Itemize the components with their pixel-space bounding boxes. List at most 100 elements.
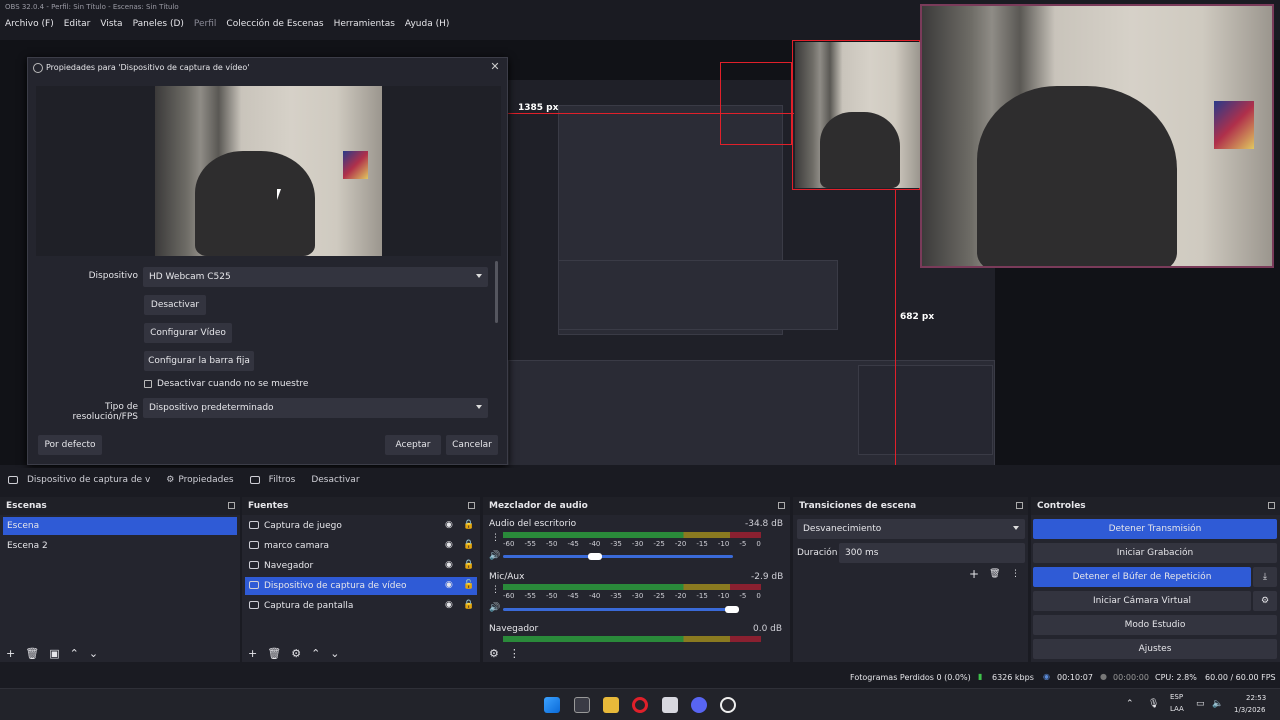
transition-select[interactable]: Desvanecimiento: [797, 519, 1025, 539]
down-icon[interactable]: ⌄: [89, 647, 98, 660]
chevron-down-icon: [1013, 526, 1019, 530]
toolbar-deactivate-button[interactable]: Desactivar: [303, 475, 367, 485]
speaker-icon[interactable]: 🔊: [489, 603, 500, 613]
start-recording-button[interactable]: Iniciar Grabación: [1033, 543, 1277, 563]
lock-icon[interactable]: 🔒: [463, 561, 474, 570]
start-virtual-camera-button[interactable]: Iniciar Cámara Virtual: [1033, 591, 1251, 611]
cancel-button[interactable]: Cancelar: [446, 435, 498, 455]
menu-ayuda[interactable]: Ayuda (H): [405, 19, 449, 29]
save-replay-icon[interactable]: ⤓: [1253, 567, 1277, 587]
eye-icon[interactable]: ◉: [445, 521, 454, 530]
resolution-type-value: Dispositivo predeterminado: [149, 403, 274, 413]
volume-slider[interactable]: [503, 553, 733, 560]
store-icon[interactable]: [662, 697, 678, 713]
add-icon[interactable]: +: [969, 567, 979, 581]
menu-editar[interactable]: Editar: [64, 19, 91, 29]
configure-crossbar-button[interactable]: Configurar la barra fija: [144, 351, 254, 371]
source-item[interactable]: Captura de pantalla ◉ 🔒: [245, 597, 477, 615]
guide-label-height: 682 px: [900, 312, 935, 322]
defaults-button[interactable]: Por defecto: [38, 435, 102, 455]
channel-name: Navegador: [489, 624, 539, 634]
clock-date[interactable]: 1/3/2026: [1234, 706, 1265, 714]
add-icon[interactable]: +: [6, 647, 15, 660]
float-icon[interactable]: [228, 502, 235, 509]
deactivate-when-hidden-checkbox[interactable]: [144, 380, 152, 388]
lock-icon[interactable]: 🔒: [463, 521, 474, 530]
source-item[interactable]: Captura de juego ◉ 🔒: [245, 517, 477, 535]
sources-dock: Fuentes Captura de juego ◉ 🔒 marco camara ◉…: [242, 497, 480, 662]
eye-icon[interactable]: ◉: [445, 561, 454, 570]
file-explorer-icon[interactable]: [603, 697, 619, 713]
obs-taskbar-icon[interactable]: [720, 697, 736, 713]
discord-icon[interactable]: [691, 697, 707, 713]
menu-archivo[interactable]: Archivo (F): [5, 19, 54, 29]
kebab-icon[interactable]: ⋮: [491, 585, 500, 595]
scene-item[interactable]: Escena 2: [3, 537, 237, 555]
float-icon[interactable]: [1268, 502, 1275, 509]
opera-icon[interactable]: [632, 697, 648, 713]
duration-spinbox[interactable]: 300 ms: [839, 543, 1025, 563]
clock-time[interactable]: 22:53: [1246, 694, 1266, 702]
slider-knob[interactable]: [588, 553, 602, 560]
studio-mode-button[interactable]: Modo Estudio: [1033, 615, 1277, 635]
up-icon[interactable]: ⌃: [311, 647, 320, 660]
close-icon[interactable]: ✕: [489, 61, 501, 73]
tray-chevron-icon[interactable]: ⌃: [1126, 699, 1134, 709]
network-icon[interactable]: ▭: [1196, 699, 1205, 709]
eye-icon[interactable]: ◉: [445, 581, 454, 590]
stop-streaming-button[interactable]: Detener Transmisión: [1033, 519, 1277, 539]
speaker-icon[interactable]: 🔊: [489, 551, 500, 561]
resolution-type-select[interactable]: Dispositivo predeterminado: [143, 398, 488, 418]
trash-icon[interactable]: 🗑: [989, 569, 1000, 579]
float-icon[interactable]: [778, 502, 785, 509]
input-language[interactable]: ESP: [1170, 693, 1183, 701]
eye-icon[interactable]: ◉: [445, 541, 454, 550]
properties-button[interactable]: ⚙ Propiedades: [158, 475, 241, 485]
kebab-icon[interactable]: ⋮: [1011, 569, 1020, 579]
add-icon[interactable]: +: [248, 647, 257, 660]
device-label: Dispositivo: [88, 271, 138, 281]
mic-icon[interactable]: 🎙: [1148, 699, 1159, 709]
eye-icon[interactable]: ◉: [445, 601, 454, 610]
configure-video-button[interactable]: Configurar Vídeo: [144, 323, 232, 343]
down-icon[interactable]: ⌄: [330, 647, 339, 660]
task-view-icon[interactable]: [574, 697, 590, 713]
accept-button[interactable]: Aceptar: [385, 435, 441, 455]
float-icon[interactable]: [468, 502, 475, 509]
volume-slider[interactable]: [503, 606, 739, 613]
camera-frame-preview: [920, 4, 1274, 268]
volume-meter: [503, 532, 761, 538]
volume-icon[interactable]: 🔈: [1212, 699, 1223, 709]
menu-coleccion-escenas[interactable]: Colección de Escenas: [226, 19, 323, 29]
device-select[interactable]: HD Webcam C525: [143, 267, 488, 287]
up-icon[interactable]: ⌃: [70, 647, 79, 660]
kebab-icon[interactable]: ⋮: [491, 533, 500, 543]
menu-perfil[interactable]: Perfil: [194, 19, 217, 29]
stop-replay-buffer-button[interactable]: Detener el Búfer de Repetición: [1033, 567, 1251, 587]
menu-paneles[interactable]: Paneles (D): [133, 19, 184, 29]
settings-button[interactable]: Ajustes: [1033, 639, 1277, 659]
filter-icon[interactable]: ▣: [49, 647, 59, 660]
lock-icon[interactable]: 🔒: [463, 601, 474, 610]
kebab-icon[interactable]: ⋮: [509, 647, 520, 660]
scene-item[interactable]: Escena: [3, 517, 237, 535]
float-icon[interactable]: [1016, 502, 1023, 509]
lock-icon[interactable]: 🔓: [463, 581, 474, 590]
lock-icon[interactable]: 🔒: [463, 541, 474, 550]
source-item[interactable]: marco camara ◉ 🔒: [245, 537, 477, 555]
source-item[interactable]: Navegador ◉ 🔒: [245, 557, 477, 575]
source-item[interactable]: Dispositivo de captura de vídeo ◉ 🔓: [245, 577, 477, 595]
filters-button[interactable]: Filtros: [242, 475, 304, 485]
dialog-scrollbar[interactable]: [495, 261, 498, 323]
windows-start-icon[interactable]: [544, 697, 560, 713]
trash-icon[interactable]: 🗑: [25, 647, 39, 660]
gear-icon[interactable]: ⚙: [291, 647, 301, 660]
keyboard-layout[interactable]: LAA: [1170, 705, 1184, 713]
gear-icon[interactable]: ⚙: [489, 647, 499, 660]
deactivate-button[interactable]: Desactivar: [144, 295, 206, 315]
menu-herramientas[interactable]: Herramientas: [334, 19, 395, 29]
menu-vista[interactable]: Vista: [100, 19, 122, 29]
slider-knob[interactable]: [725, 606, 739, 613]
trash-icon[interactable]: 🗑: [267, 647, 281, 660]
gear-icon[interactable]: ⚙: [1253, 591, 1277, 611]
